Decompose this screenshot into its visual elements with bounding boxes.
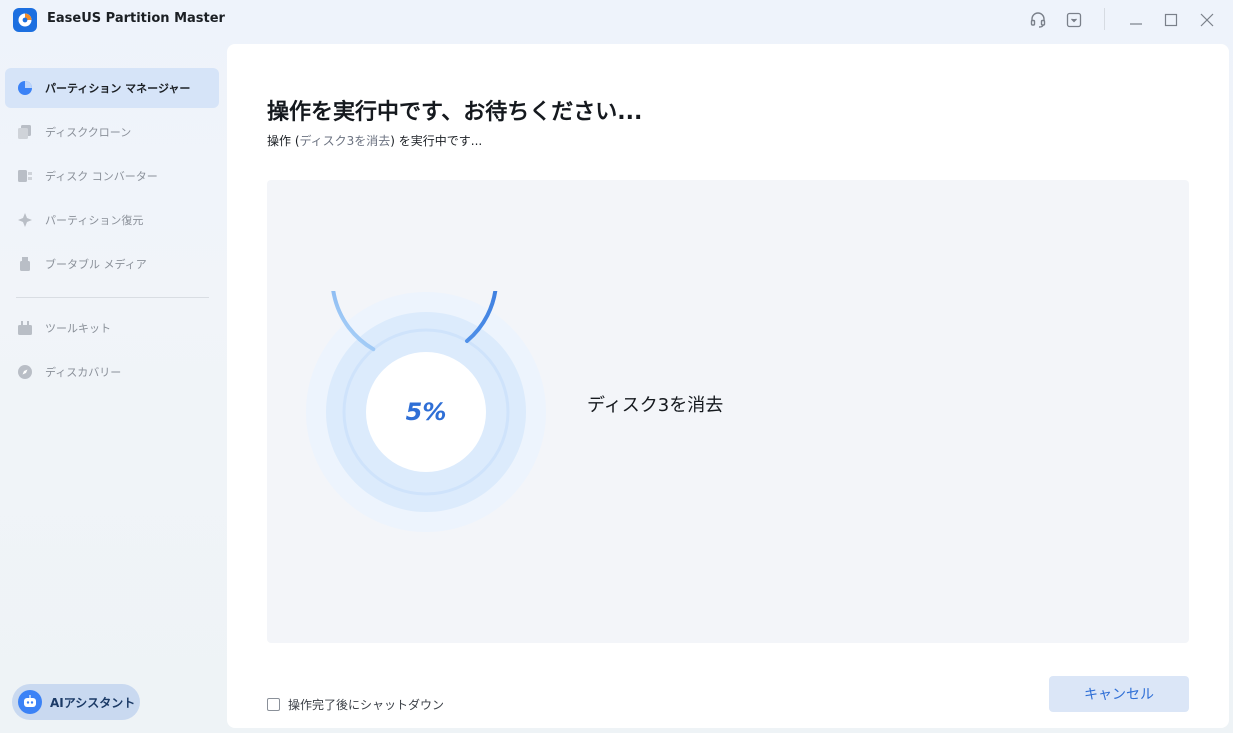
app-window: EaseUS Partition Master パーティション マネージャー デ… — [0, 0, 1233, 733]
main-panel: 操作を実行中です、お待ちください... 操作 (ディスク3を消去) を実行中です… — [227, 44, 1229, 728]
pie-chart-icon — [16, 79, 34, 97]
shutdown-label: 操作完了後にシャットダウン — [288, 698, 445, 712]
sidebar-item-label: パーティション復元 — [45, 214, 144, 227]
subtitle-suffix: ) を実行中です... — [390, 134, 483, 148]
close-icon[interactable] — [1195, 8, 1219, 32]
maximize-icon[interactable] — [1159, 8, 1183, 32]
compass-icon — [16, 363, 34, 381]
toolkit-icon — [16, 319, 34, 337]
sidebar-item-partition-manager[interactable]: パーティション マネージャー — [5, 68, 219, 108]
cancel-button[interactable]: キャンセル — [1049, 676, 1189, 712]
progress-area: 5% ディスク3を消去 — [267, 180, 1189, 643]
minimize-icon[interactable] — [1124, 8, 1148, 32]
subtitle-operation-name: ディスク3を消去 — [299, 134, 391, 148]
app-title: EaseUS Partition Master — [47, 11, 225, 26]
sidebar-item-label: パーティション マネージャー — [45, 82, 191, 95]
app-logo-icon — [13, 8, 37, 32]
sidebar-item-label: ディスカバリー — [45, 366, 122, 379]
sidebar: パーティション マネージャー ディスククローン ディスク コンバーター パーティ… — [0, 40, 227, 733]
disk-clone-icon — [16, 123, 34, 141]
ai-assistant-button[interactable]: AIアシスタント — [12, 684, 140, 720]
sidebar-item-label: ディスク コンバーター — [45, 170, 158, 183]
sidebar-item-disk-clone[interactable]: ディスククローン — [5, 112, 219, 152]
sidebar-item-label: ブータブル メディア — [45, 258, 147, 271]
disk-convert-icon — [16, 167, 34, 185]
subtitle-prefix: 操作 ( — [267, 134, 300, 148]
usb-icon — [16, 255, 34, 273]
robot-icon — [18, 690, 42, 714]
titlebar-divider — [1104, 8, 1105, 30]
page-title: 操作を実行中です、お待ちください... — [267, 100, 643, 125]
progress-ring: 5% — [305, 194, 547, 533]
operation-subtitle: 操作 (ディスク3を消去) を実行中です... — [267, 132, 482, 149]
ai-assistant-label: AIアシスタント — [50, 695, 136, 710]
sidebar-divider — [16, 297, 209, 298]
sidebar-item-partition-recovery[interactable]: パーティション復元 — [5, 200, 219, 240]
menu-dropdown-icon[interactable] — [1062, 8, 1086, 32]
task-label: ディスク3を消去 — [587, 395, 724, 416]
recover-icon — [16, 211, 34, 229]
sidebar-item-label: ディスククローン — [45, 126, 132, 139]
sidebar-item-label: ツールキット — [45, 322, 111, 335]
title-bar: EaseUS Partition Master — [0, 0, 1233, 40]
shutdown-after-completion[interactable]: 操作完了後にシャットダウン — [267, 696, 444, 713]
sidebar-item-disk-converter[interactable]: ディスク コンバーター — [5, 156, 219, 196]
sidebar-item-bootable-media[interactable]: ブータブル メディア — [5, 244, 219, 284]
shutdown-checkbox[interactable] — [267, 698, 280, 711]
support-headset-icon[interactable] — [1026, 8, 1050, 32]
sidebar-item-toolkit[interactable]: ツールキット — [5, 308, 219, 348]
sidebar-item-discovery[interactable]: ディスカバリー — [5, 352, 219, 392]
progress-percent: 5% — [405, 398, 447, 426]
